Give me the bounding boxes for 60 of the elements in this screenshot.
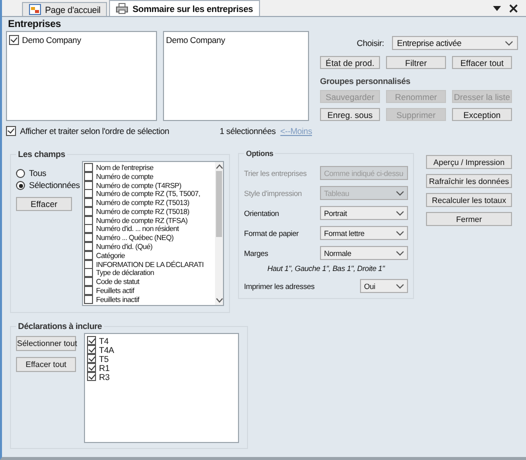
action-button[interactable]: Aperçu / Impression — [426, 155, 512, 169]
checkbox[interactable] — [87, 372, 96, 381]
clear-button[interactable]: Effacer — [16, 197, 72, 211]
group-title: Groupes personnalisés — [320, 76, 412, 87]
company-list[interactable]: Demo Company — [6, 31, 157, 121]
checkbox[interactable] — [87, 354, 96, 363]
action-button[interactable]: Filtrer — [386, 56, 446, 69]
group-button[interactable]: Exception — [452, 108, 512, 121]
select-button[interactable]: Sélectionner tout — [16, 336, 76, 351]
radio-label: Sélectionnées — [29, 180, 80, 190]
checkbox[interactable] — [84, 242, 93, 252]
checkbox[interactable] — [84, 277, 93, 286]
checkbox[interactable] — [87, 363, 96, 372]
action-button[interactable]: Recalculer les totaux — [426, 193, 512, 207]
declaration-list[interactable]: T4 T4A T5 R1 R3 — [84, 333, 239, 443]
list-item[interactable]: T5 — [99, 354, 109, 364]
radio-button[interactable] — [16, 168, 25, 178]
select-button[interactable]: Effacer tout — [16, 357, 76, 372]
scrollbar[interactable] — [215, 162, 223, 305]
checkbox[interactable] — [84, 233, 93, 242]
scroll-down-icon[interactable] — [216, 298, 222, 303]
action-button[interactable]: Rafraîchir les données — [426, 174, 512, 188]
group-title: Déclarations à inclure — [17, 321, 103, 331]
checkbox[interactable] — [84, 268, 93, 278]
checkbox-label: Afficher et traiter selon l'ordre de sélection — [20, 126, 170, 136]
action-button[interactable]: Fermer — [426, 212, 512, 226]
close-icon[interactable] — [509, 4, 518, 13]
checkbox[interactable] — [87, 336, 96, 345]
checkbox[interactable] — [84, 189, 93, 198]
list-item[interactable]: T4A — [99, 344, 114, 354]
list-item[interactable]: Demo Company — [22, 34, 82, 44]
radio-button[interactable] — [16, 180, 25, 190]
radio-label: Tous — [29, 168, 46, 178]
choose-label: Choisir: — [356, 38, 384, 48]
section-title: Entreprises — [7, 19, 62, 31]
list-item[interactable]: R1 — [99, 362, 110, 372]
dropdown-icon[interactable] — [493, 6, 501, 11]
tab[interactable]: Page d'accueil — [22, 2, 108, 16]
list-item[interactable]: R3 — [99, 372, 110, 382]
checkbox[interactable] — [84, 162, 93, 172]
scroll-up-icon[interactable] — [216, 164, 222, 169]
checkbox[interactable] — [6, 126, 16, 136]
action-button[interactable]: État de prod. — [320, 56, 380, 69]
printer-icon — [116, 3, 128, 14]
list-item[interactable]: Demo Company — [166, 34, 226, 44]
checkbox[interactable] — [84, 198, 93, 208]
checkbox[interactable] — [87, 345, 96, 354]
action-button[interactable]: Effacer tout — [452, 56, 512, 69]
checkbox[interactable] — [84, 286, 93, 296]
group-button[interactable]: Enreg. sous — [320, 108, 380, 121]
checkbox[interactable] — [9, 34, 19, 44]
selection-count: 1 sélectionnées — [220, 126, 276, 136]
group-title: Les champs — [17, 149, 66, 159]
list-item[interactable]: T4 — [99, 336, 109, 346]
field-list[interactable] — [82, 161, 224, 306]
window-icon — [29, 4, 41, 15]
checkbox[interactable] — [84, 224, 93, 234]
selected-company-list[interactable]: Demo Company — [163, 31, 309, 121]
tab[interactable]: Sommaire sur les entreprises — [109, 0, 260, 16]
choose-dropdown[interactable]: Entreprise activée — [392, 36, 518, 50]
